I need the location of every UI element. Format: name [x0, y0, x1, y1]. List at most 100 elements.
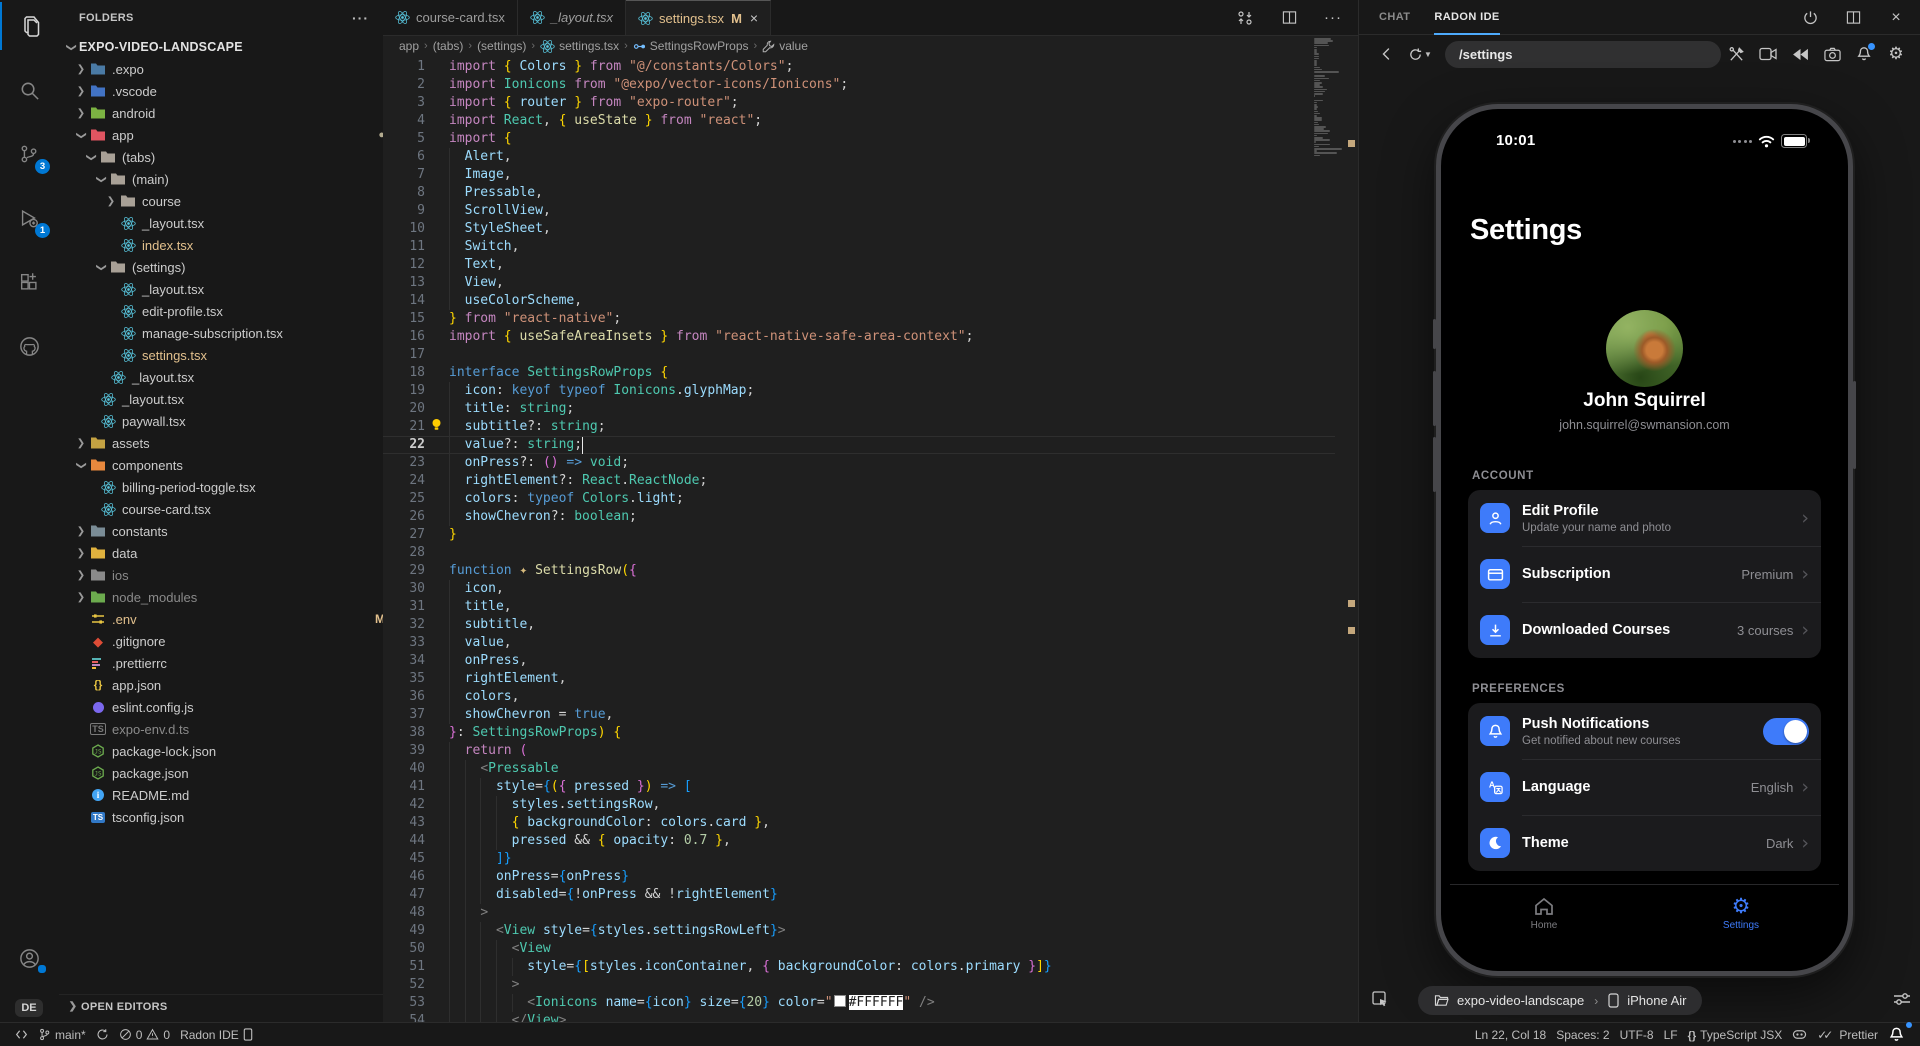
code-line[interactable]: 31 title,	[383, 598, 1313, 616]
tree-item-android[interactable]: ❯android	[59, 102, 384, 124]
code-line[interactable]: 3import { router } from "expo-router";	[383, 94, 1313, 112]
tree-item-course[interactable]: ❯course	[59, 190, 384, 212]
copilot[interactable]	[1787, 1024, 1812, 1046]
code-line[interactable]: 23 onPress?: () => void;	[383, 454, 1313, 472]
code-line[interactable]: 40 <Pressable	[383, 760, 1313, 778]
tree-item-constants[interactable]: ❯constants	[59, 520, 384, 542]
code-line[interactable]: 35 rightElement,	[383, 670, 1313, 688]
code-line[interactable]: 37 showChevron = true,	[383, 706, 1313, 724]
record-screen-icon[interactable]	[1753, 41, 1783, 68]
breadcrumb-item[interactable]: value	[762, 39, 808, 53]
screenshot-icon[interactable]	[1817, 41, 1847, 68]
settings-row-downloaded-courses[interactable]: Downloaded Courses3 courses›	[1468, 602, 1821, 658]
indentation[interactable]: Spaces: 2	[1551, 1024, 1614, 1046]
tree-item--layout-tsx[interactable]: _layout.tsx	[59, 278, 384, 300]
code-line[interactable]: 25 colors: typeof Colors.light;	[383, 490, 1313, 508]
tree-item-assets[interactable]: ❯assets	[59, 432, 384, 454]
tree-item--main-[interactable]: ❯(main)●	[59, 168, 384, 190]
minimap[interactable]	[1314, 38, 1344, 438]
tree-item--env[interactable]: .envM	[59, 608, 384, 630]
tab-course-card-tsx[interactable]: course-card.tsx	[383, 0, 518, 35]
code-line[interactable]: 27}	[383, 526, 1313, 544]
activity-source-control-icon[interactable]: 3	[0, 130, 58, 178]
code-line[interactable]: 33 value,	[383, 634, 1313, 652]
tree-item--expo[interactable]: ❯.expo	[59, 58, 384, 80]
tree-item-billing-period-toggle-tsx[interactable]: billing-period-toggle.tsx	[59, 476, 384, 498]
code-line[interactable]: 2import Ionicons from "@expo/vector-icon…	[383, 76, 1313, 94]
close-icon[interactable]: ×	[750, 10, 758, 26]
code-line[interactable]: 36 colors,	[383, 688, 1313, 706]
tree-item-expo-video-landscape[interactable]: ❯EXPO-VIDEO-LANDSCAPE	[59, 36, 384, 58]
settings-row-push-notifications[interactable]: Push NotificationsGet notified about new…	[1468, 703, 1821, 759]
tree-item--layout-tsx[interactable]: _layout.tsx	[59, 388, 384, 410]
panel-tab-chat[interactable]: CHAT	[1379, 0, 1410, 35]
formatter[interactable]: ✓✓Prettier	[1812, 1024, 1883, 1046]
code-line[interactable]: 14 useColorScheme,	[383, 292, 1313, 310]
code-line[interactable]: 10 StyleSheet,	[383, 220, 1313, 238]
open-editors-header[interactable]: ❯ OPEN EDITORS	[59, 994, 383, 1018]
cursor-position[interactable]: Ln 22, Col 18	[1470, 1024, 1551, 1046]
code-line[interactable]: 32 subtitle,	[383, 616, 1313, 634]
split-panel-icon[interactable]	[1838, 4, 1868, 31]
code-line[interactable]: 17	[383, 346, 1313, 364]
code-line[interactable]: 21 subtitle?: string;	[383, 418, 1313, 436]
tree-item--layout-tsx[interactable]: _layout.tsx	[59, 366, 384, 388]
code-line[interactable]: 48 >	[383, 904, 1313, 922]
activity-account-icon[interactable]	[0, 934, 58, 982]
code-line[interactable]: 34 onPress,	[383, 652, 1313, 670]
code-line[interactable]: 6 Alert,	[383, 148, 1313, 166]
code-line[interactable]: 39 return (	[383, 742, 1313, 760]
avatar[interactable]	[1606, 310, 1683, 387]
code-line[interactable]: 15} from "react-native";	[383, 310, 1313, 328]
language-mode[interactable]: {}TypeScript JSX	[1683, 1024, 1788, 1046]
breadcrumb-item[interactable]: (tabs)	[433, 39, 464, 53]
code-line[interactable]: 26 showChevron?: boolean;	[383, 508, 1313, 526]
activity-explorer-icon[interactable]	[0, 2, 60, 50]
code-line[interactable]: 24 rightElement?: React.ReactNode;	[383, 472, 1313, 490]
code-line[interactable]: 54 </View>	[383, 1012, 1313, 1022]
code-line[interactable]: 9 ScrollView,	[383, 202, 1313, 220]
code-area[interactable]: 1import { Colors } from "@/constants/Col…	[383, 0, 1358, 1022]
code-line[interactable]: 18interface SettingsRowProps {	[383, 364, 1313, 382]
dev-tools-icon[interactable]	[1721, 41, 1751, 68]
lightbulb-icon[interactable]	[431, 418, 442, 432]
tree-item-paywall-tsx[interactable]: paywall.tsx	[59, 410, 384, 432]
device-select[interactable]: expo-video-landscape › iPhone Air	[1418, 986, 1702, 1015]
code-line[interactable]: 43 { backgroundColor: colors.card },	[383, 814, 1313, 832]
activity-extensions-icon[interactable]	[0, 258, 58, 306]
phone-tab-home[interactable]: Home	[1504, 895, 1584, 931]
git-branch[interactable]: main*	[33, 1024, 91, 1046]
code-line[interactable]: 52 >	[383, 976, 1313, 994]
code-line[interactable]: 42 styles.settingsRow,	[383, 796, 1313, 814]
tree-item--settings-[interactable]: ❯(settings)●	[59, 256, 384, 278]
notifications[interactable]	[1883, 1024, 1910, 1046]
tree-item-data[interactable]: ❯data	[59, 542, 384, 564]
code-line[interactable]: 7 Image,	[383, 166, 1313, 184]
alerts-icon[interactable]	[1849, 41, 1879, 68]
sync[interactable]	[91, 1024, 114, 1046]
split-editor-icon[interactable]	[1274, 4, 1304, 31]
tree-item-components[interactable]: ❯components	[59, 454, 384, 476]
back-button[interactable]	[1371, 41, 1401, 68]
code-line[interactable]: 5import {	[383, 130, 1313, 148]
tree-item--tabs-[interactable]: ❯(tabs)●	[59, 146, 384, 168]
code-line[interactable]: 30 icon,	[383, 580, 1313, 598]
breadcrumb-item[interactable]: settings.tsx	[540, 39, 619, 54]
settings-row-language[interactable]: ALanguageEnglish›	[1468, 759, 1821, 815]
code-line[interactable]: 19 icon: keyof typeof Ionicons.glyphMap;	[383, 382, 1313, 400]
tree-item--prettierrc[interactable]: .prettierrc	[59, 652, 384, 674]
code-line[interactable]: 11 Switch,	[383, 238, 1313, 256]
code-line[interactable]: 1import { Colors } from "@/constants/Col…	[383, 58, 1313, 76]
tree-item-app-json[interactable]: {}app.json	[59, 674, 384, 696]
code-line[interactable]: 51 style={[styles.iconContainer, { backg…	[383, 958, 1313, 976]
inspect-element-icon[interactable]	[1371, 990, 1389, 1008]
tree-item-readme-md[interactable]: iREADME.md	[59, 784, 384, 806]
breadcrumb-item[interactable]: (settings)	[477, 39, 526, 53]
tree-item-settings-tsx[interactable]: settings.tsxM	[59, 344, 384, 366]
code-line[interactable]: 45 ]}	[383, 850, 1313, 868]
url-bar[interactable]: /settings	[1445, 41, 1721, 68]
code-line[interactable]: 16import { useSafeAreaInsets } from "rea…	[383, 328, 1313, 346]
encoding[interactable]: UTF-8	[1615, 1024, 1659, 1046]
code-line[interactable]: 4import React, { useState } from "react"…	[383, 112, 1313, 130]
tree-item-eslint-config-js[interactable]: eslint.config.js	[59, 696, 384, 718]
